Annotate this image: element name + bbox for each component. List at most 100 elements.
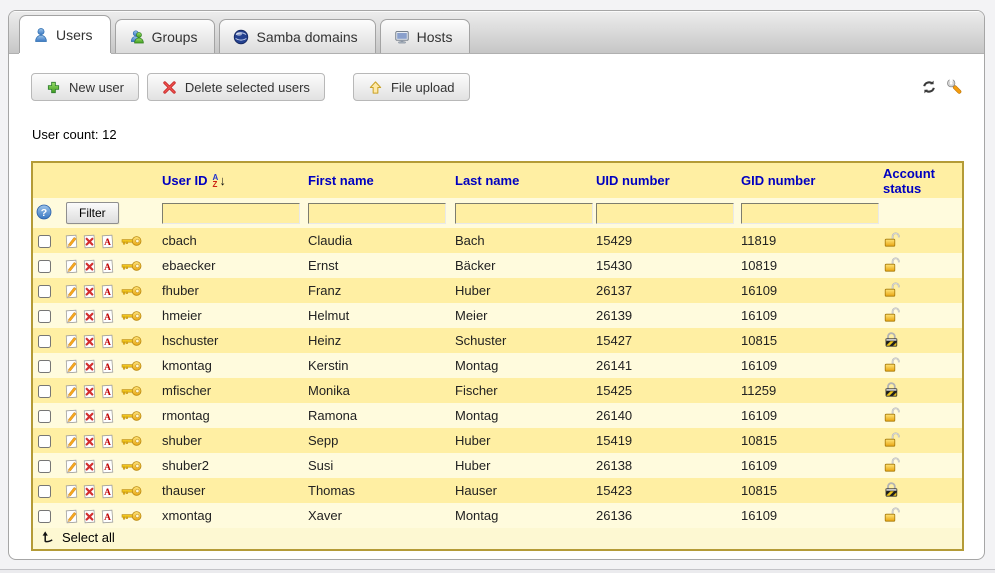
uid-number-cell: 26140 (588, 403, 733, 428)
header-checkbox-col (32, 162, 58, 198)
row-checkbox[interactable] (38, 385, 51, 398)
edit-icon[interactable] (64, 484, 79, 499)
delete-icon[interactable] (82, 384, 97, 399)
delete-icon[interactable] (82, 409, 97, 424)
edit-icon[interactable] (64, 309, 79, 324)
edit-icon[interactable] (64, 434, 79, 449)
pdf-icon[interactable] (100, 384, 115, 399)
pdf-icon[interactable] (100, 259, 115, 274)
delete-icon[interactable] (82, 484, 97, 499)
key-icon[interactable] (121, 235, 142, 247)
delete-selected-users-button[interactable]: Delete selected users (147, 73, 325, 101)
key-icon[interactable] (121, 410, 142, 422)
help-icon[interactable] (36, 204, 52, 220)
key-icon[interactable] (121, 435, 142, 447)
pdf-icon[interactable] (100, 309, 115, 324)
row-checkbox[interactable] (38, 235, 51, 248)
account-status-icon (883, 481, 901, 498)
tab-users-label: Users (56, 27, 93, 43)
user-count: User count: 12 (32, 127, 117, 142)
select-all-control[interactable]: Select all (41, 530, 115, 545)
tab-hosts[interactable]: Hosts (380, 19, 471, 53)
delete-icon[interactable] (82, 259, 97, 274)
tab-users[interactable]: Users (19, 15, 111, 53)
edit-icon[interactable] (64, 509, 79, 524)
edit-icon[interactable] (64, 284, 79, 299)
pdf-icon[interactable] (100, 234, 115, 249)
new-user-button[interactable]: New user (31, 73, 139, 101)
key-icon[interactable] (121, 260, 142, 272)
row-checkbox[interactable] (38, 460, 51, 473)
column-header-last-name[interactable]: Last name (447, 162, 588, 198)
column-header-user-id[interactable]: User ID AZ ↓ (154, 162, 300, 198)
file-upload-label: File upload (391, 80, 455, 95)
delete-icon[interactable] (82, 509, 97, 524)
row-checkbox[interactable] (38, 260, 51, 273)
user-count-label: User count: (32, 127, 98, 142)
delete-icon[interactable] (82, 434, 97, 449)
key-icon[interactable] (121, 310, 142, 322)
delete-icon[interactable] (82, 284, 97, 299)
filter-input-last-name[interactable] (455, 203, 593, 224)
row-checkbox[interactable] (38, 510, 51, 523)
delete-selected-users-label: Delete selected users (185, 80, 310, 95)
pdf-icon[interactable] (100, 334, 115, 349)
row-checkbox[interactable] (38, 435, 51, 448)
delete-icon[interactable] (82, 309, 97, 324)
pdf-icon[interactable] (100, 434, 115, 449)
pdf-icon[interactable] (100, 484, 115, 499)
delete-icon[interactable] (82, 234, 97, 249)
row-checkbox[interactable] (38, 310, 51, 323)
wrench-icon[interactable] (946, 78, 964, 96)
delete-icon[interactable] (82, 334, 97, 349)
row-checkbox[interactable] (38, 335, 51, 348)
key-icon[interactable] (121, 485, 142, 497)
first-name-cell: Ramona (300, 403, 447, 428)
delete-icon[interactable] (82, 459, 97, 474)
row-checkbox[interactable] (38, 410, 51, 423)
column-header-account-status[interactable]: Account status (875, 162, 963, 198)
pdf-icon[interactable] (100, 459, 115, 474)
filter-input-user-id[interactable] (162, 203, 300, 224)
uid-number-cell: 26138 (588, 453, 733, 478)
column-header-uid-number[interactable]: UID number (588, 162, 733, 198)
key-icon[interactable] (121, 460, 142, 472)
first-name-cell: Claudia (300, 228, 447, 253)
row-checkbox[interactable] (38, 360, 51, 373)
row-checkbox[interactable] (38, 485, 51, 498)
column-header-gid-number[interactable]: GID number (733, 162, 875, 198)
refresh-icon[interactable] (920, 78, 938, 96)
edit-icon[interactable] (64, 234, 79, 249)
tab-samba-domains[interactable]: Samba domains (219, 19, 375, 53)
edit-icon[interactable] (64, 409, 79, 424)
row-checkbox[interactable] (38, 285, 51, 298)
pdf-icon[interactable] (100, 359, 115, 374)
first-name-cell: Kerstin (300, 353, 447, 378)
edit-icon[interactable] (64, 334, 79, 349)
key-icon[interactable] (121, 360, 142, 372)
account-status-icon (883, 456, 901, 473)
edit-icon[interactable] (64, 459, 79, 474)
last-name-cell: Montag (447, 403, 588, 428)
filter-input-first-name[interactable] (308, 203, 446, 224)
delete-icon[interactable] (82, 359, 97, 374)
key-icon[interactable] (121, 335, 142, 347)
gid-number-cell: 11819 (733, 228, 875, 253)
pdf-icon[interactable] (100, 509, 115, 524)
key-icon[interactable] (121, 385, 142, 397)
edit-icon[interactable] (64, 259, 79, 274)
filter-input-gid-number[interactable] (741, 203, 879, 224)
key-icon[interactable] (121, 285, 142, 297)
edit-icon[interactable] (64, 384, 79, 399)
column-header-first-name[interactable]: First name (300, 162, 447, 198)
filter-input-uid-number[interactable] (596, 203, 734, 224)
file-upload-button[interactable]: File upload (353, 73, 470, 101)
key-icon[interactable] (121, 510, 142, 522)
edit-icon[interactable] (64, 359, 79, 374)
sort-control[interactable]: User ID AZ ↓ (162, 173, 226, 188)
user-id-cell: mfischer (154, 378, 300, 403)
pdf-icon[interactable] (100, 284, 115, 299)
filter-button[interactable]: Filter (66, 202, 119, 224)
pdf-icon[interactable] (100, 409, 115, 424)
tab-groups[interactable]: Groups (115, 19, 216, 53)
